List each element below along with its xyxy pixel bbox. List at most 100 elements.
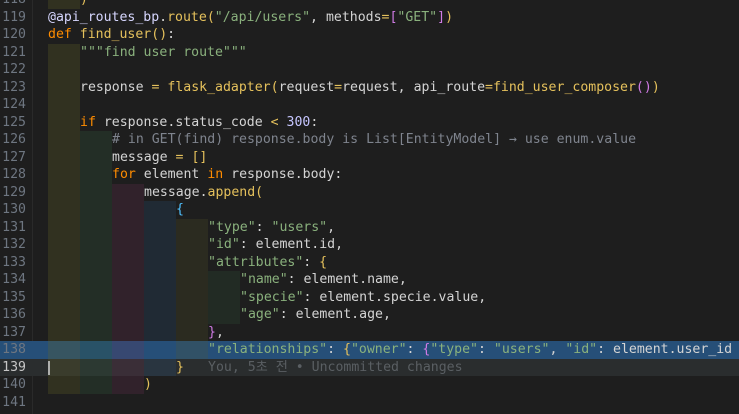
line-number: 119 — [2, 9, 26, 25]
code-text[interactable]: message = [] — [112, 149, 207, 167]
code-line[interactable]: 120 def find_user(): — [0, 26, 739, 44]
indent-guide — [48, 341, 80, 359]
indent-guide — [208, 306, 240, 324]
code-line[interactable]: 119 @api_routes_bp.route("/api/users", me… — [0, 9, 739, 27]
indent-guide — [80, 288, 112, 306]
indent-guide — [144, 253, 176, 271]
indent-guide — [80, 323, 112, 341]
line-number: 129 — [2, 184, 26, 200]
line-number: 132 — [2, 237, 26, 252]
line-number: 140 — [2, 377, 26, 392]
indent-guide — [176, 271, 208, 289]
indent-guide — [48, 43, 80, 61]
indent-guide — [48, 323, 80, 341]
code-editor[interactable]: 118)119 @api_routes_bp.route("/api/users"… — [0, 0, 739, 414]
code-text[interactable]: } — [176, 359, 184, 377]
code-text[interactable]: @api_routes_bp.route("/api/users", metho… — [48, 9, 453, 27]
code-line[interactable]: 139} You, 5초 전 • Uncommitted changes — [0, 358, 739, 377]
code-text[interactable]: if response.status_code < 300: — [80, 114, 318, 132]
indent-guide — [144, 218, 176, 236]
code-line[interactable]: 122 — [0, 61, 739, 79]
code-text[interactable]: for element in response.body: — [112, 166, 342, 184]
indent-guide — [48, 131, 80, 149]
code-line[interactable]: 136 "age": element.age, — [0, 306, 739, 324]
code-lines[interactable]: 118)119 @api_routes_bp.route("/api/users"… — [0, 0, 739, 411]
indent-guide — [144, 271, 176, 289]
code-text[interactable]: message.append( — [144, 184, 263, 202]
indent-guide — [80, 148, 112, 166]
code-line[interactable]: 129 message.append( — [0, 183, 739, 202]
code-text[interactable]: }, — [208, 324, 224, 342]
code-line[interactable]: 138 "relationships": {"owner": {"type": "… — [0, 341, 739, 359]
indent-guide — [48, 201, 80, 219]
indent-guide — [48, 78, 80, 96]
indent-guide — [80, 201, 112, 219]
indent-guide — [80, 306, 112, 324]
indent-guide — [48, 288, 80, 306]
indent-guide — [48, 183, 80, 201]
code-text[interactable]: "type": "users", — [208, 219, 335, 237]
indent-guide — [112, 288, 144, 306]
indent-guide — [144, 236, 176, 254]
indent-guide — [48, 166, 80, 184]
code-line[interactable]: 125 if response.status_code < 300: — [0, 113, 739, 132]
code-text[interactable]: ) — [144, 376, 152, 394]
code-line[interactable]: 133 "attributes": { — [0, 253, 739, 272]
line-number: 121 — [2, 44, 26, 60]
code-line[interactable]: 130 { — [0, 201, 739, 219]
code-line[interactable]: 127 message = [] — [0, 148, 739, 167]
indent-guide — [80, 253, 112, 271]
indent-guide — [80, 236, 112, 254]
code-line[interactable]: 134 "name": element.name, — [0, 271, 739, 289]
line-number: 134 — [2, 272, 26, 287]
code-line[interactable]: 118) — [0, 0, 739, 9]
code-text[interactable]: "age": element.age, — [240, 306, 391, 324]
indent-guide — [48, 113, 80, 131]
code-text[interactable]: def find_user(): — [48, 26, 175, 44]
indent-guide — [48, 96, 80, 114]
line-number: 139 — [2, 359, 26, 375]
code-line[interactable]: 121 """find user route""" — [0, 43, 739, 62]
indent-guide — [112, 271, 144, 289]
text-cursor — [48, 360, 50, 375]
code-text[interactable]: ) — [80, 0, 88, 9]
indent-guide — [80, 218, 112, 236]
code-text[interactable]: "specie": element.specie.value, — [240, 289, 486, 307]
code-line[interactable]: 131 "type": "users", — [0, 218, 739, 237]
indent-guide — [48, 253, 80, 271]
code-text[interactable]: response = flask_adapter(request=request… — [80, 79, 660, 97]
code-line[interactable]: 140) — [0, 376, 739, 394]
code-text[interactable]: "name": element.name, — [240, 271, 407, 289]
line-number: 123 — [2, 79, 26, 95]
indent-guide — [80, 183, 112, 201]
code-line[interactable]: 135 "specie": element.specie.value, — [0, 288, 739, 307]
code-line[interactable]: 141 — [0, 394, 739, 412]
line-number: 130 — [2, 202, 26, 217]
indent-guide — [144, 323, 176, 341]
indent-guide — [144, 358, 176, 376]
line-number: 135 — [2, 289, 26, 305]
code-text[interactable]: { — [176, 201, 184, 219]
indent-guide — [176, 323, 208, 341]
code-text[interactable]: "attributes": { — [208, 254, 327, 272]
indent-guide — [112, 376, 144, 394]
code-line[interactable]: 128 for element in response.body: — [0, 166, 739, 184]
indent-guide — [144, 288, 176, 306]
code-line[interactable]: 123 response = flask_adapter(request=requ… — [0, 78, 739, 97]
code-line[interactable]: 126 # in GET(find) response.body is List[… — [0, 131, 739, 149]
code-text[interactable]: "id": element.id, — [208, 236, 343, 254]
code-line[interactable]: 137}, — [0, 323, 739, 342]
indent-guide — [80, 131, 112, 149]
indent-guide — [48, 218, 80, 236]
indent-guide — [144, 341, 176, 359]
line-number: 126 — [2, 132, 26, 147]
code-line[interactable]: 124 — [0, 96, 739, 114]
code-text[interactable]: # in GET(find) response.body is List[Ent… — [112, 131, 636, 149]
indent-guide — [112, 201, 144, 219]
line-number: 133 — [2, 254, 26, 270]
indent-guide — [176, 341, 208, 359]
code-text[interactable]: """find user route""" — [80, 44, 247, 62]
code-line[interactable]: 132 "id": element.id, — [0, 236, 739, 254]
indent-guide — [112, 341, 144, 359]
code-text[interactable]: "relationships": {"owner": {"type": "use… — [208, 341, 732, 359]
